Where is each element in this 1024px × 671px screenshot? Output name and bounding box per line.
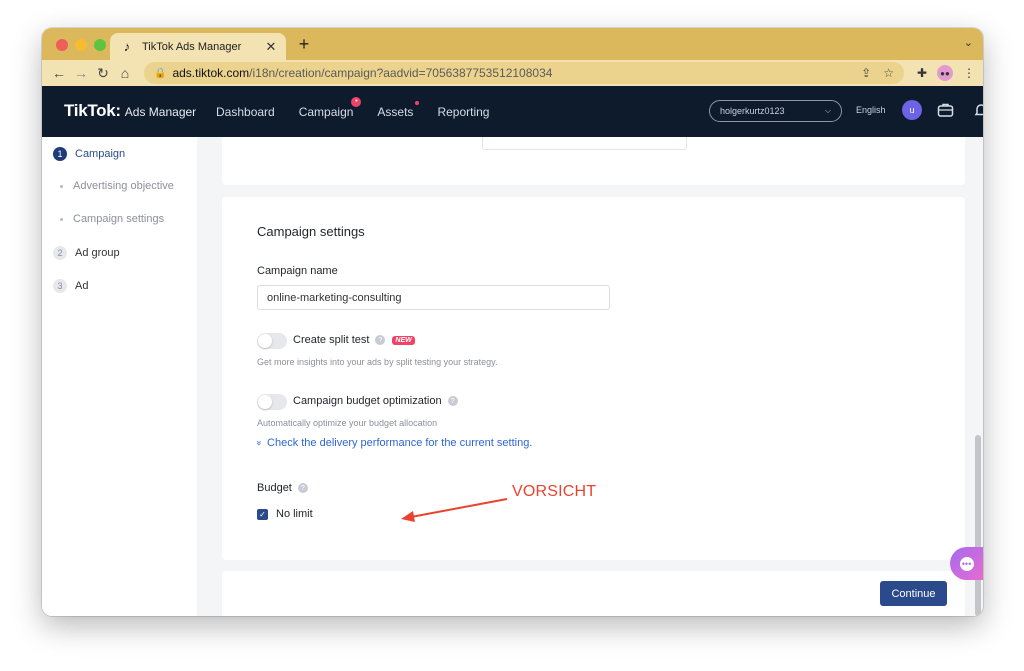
no-limit-checkbox-row[interactable]: ✓ No limit <box>257 508 313 520</box>
step-number: 1 <box>53 147 67 161</box>
nav-campaign[interactable]: Campaign • <box>299 96 362 119</box>
tiktok-icon: ♪ <box>123 39 131 54</box>
profile-avatar-icon[interactable]: ●● <box>937 65 953 81</box>
new-dot-icon <box>415 100 420 105</box>
forward-icon[interactable]: → <box>70 62 92 84</box>
bell-icon[interactable] <box>970 99 983 121</box>
substep-campaign-settings[interactable]: Campaign settings <box>60 213 164 225</box>
bullet-icon <box>60 184 63 188</box>
vorsicht-annotation: VORSICHT <box>512 483 597 500</box>
tab-title: TikTok Ads Manager <box>142 40 242 53</box>
step-label: Ad <box>75 280 89 292</box>
tiktok-ads-logo[interactable]: TikTok: Ads Manager <box>64 101 196 121</box>
main-content[interactable]: Campaign settings Campaign name online-m… <box>197 137 983 616</box>
maximize-window-button[interactable] <box>94 39 106 51</box>
cbo-hint: Automatically optimize your budget alloc… <box>257 418 438 428</box>
objective-input-edge <box>482 137 687 150</box>
step-ad[interactable]: 3 Ad <box>53 279 88 293</box>
bookmark-star-icon[interactable]: ☆ <box>883 66 894 80</box>
creation-steps-sidebar: 1 Campaign Advertising objective Campaig… <box>42 137 197 616</box>
browser-toolbar: ← → ↻ ⌂ 🔒 ads.tiktok.com/i18n/creation/c… <box>42 60 983 86</box>
close-window-button[interactable] <box>56 39 68 51</box>
checked-checkbox-icon[interactable]: ✓ <box>257 508 268 520</box>
toggle-knob <box>258 334 272 348</box>
minimize-window-button[interactable] <box>75 39 87 51</box>
language-selector[interactable]: English <box>856 105 886 115</box>
kebab-menu-icon[interactable]: ⋮ <box>963 66 975 80</box>
home-icon[interactable]: ⌂ <box>114 62 136 84</box>
notification-badge-icon: • <box>351 96 362 107</box>
step-campaign[interactable]: 1 Campaign <box>53 147 125 161</box>
support-chat-button[interactable]: ••• <box>950 547 983 580</box>
page-scrollbar[interactable] <box>975 435 981 616</box>
double-chevron-down-icon: » <box>254 440 265 446</box>
user-avatar[interactable]: u <box>902 100 922 120</box>
back-icon[interactable]: ← <box>48 62 70 84</box>
help-icon[interactable]: ? <box>297 483 308 493</box>
substep-advertising-objective[interactable]: Advertising objective <box>60 180 174 192</box>
main-nav: Dashboard Campaign • Assets Reporting <box>216 86 489 137</box>
campaign-settings-card: Campaign settings Campaign name online-m… <box>222 197 965 560</box>
step-number: 3 <box>53 279 67 293</box>
nav-dashboard[interactable]: Dashboard <box>216 105 275 119</box>
reload-icon[interactable]: ↻ <box>92 62 114 84</box>
chevron-down-icon: ⌵ <box>824 106 831 115</box>
help-icon[interactable]: ? <box>447 396 458 406</box>
campaign-name-label: Campaign name <box>257 265 338 277</box>
delivery-performance-link[interactable]: » Check the delivery performance for the… <box>254 437 533 449</box>
split-test-label: Create split test ? NEW <box>293 334 415 346</box>
step-label: Ad group <box>75 247 120 259</box>
extensions-puzzle-icon[interactable]: ✚ <box>917 66 927 80</box>
tab-search-icon[interactable]: ⌄ <box>964 36 973 49</box>
step-label: Campaign <box>75 148 126 160</box>
split-test-toggle[interactable] <box>257 333 287 349</box>
toggle-knob <box>258 395 272 409</box>
url-text: ads.tiktok.com/i18n/creation/campaign?aa… <box>172 66 553 80</box>
close-tab-icon[interactable]: ✕ <box>264 39 278 55</box>
section-title: Campaign settings <box>257 224 365 239</box>
lock-icon: 🔒 <box>154 67 167 79</box>
browser-tab[interactable]: ♪ TikTok Ads Manager ✕ <box>110 33 286 60</box>
no-limit-label: No limit <box>276 508 313 520</box>
chat-icon: ••• <box>959 556 974 571</box>
annotation-arrow-icon <box>401 498 508 522</box>
cbo-label: Campaign budget optimization ? <box>293 395 458 407</box>
objective-card <box>222 137 965 185</box>
step-ad-group[interactable]: 2 Ad group <box>53 246 120 260</box>
toolbar-actions: ✚ ●● ⋮ <box>917 62 975 84</box>
account-selector[interactable]: holgerkurtz0123 ⌵ <box>709 100 842 122</box>
browser-window: ♪ TikTok Ads Manager ✕ + ⌄ ← → ↻ ⌂ 🔒 ads… <box>42 28 983 616</box>
continue-button[interactable]: Continue <box>880 581 947 606</box>
split-test-hint: Get more insights into your ads by split… <box>257 357 498 367</box>
app-header: TikTok: Ads Manager Dashboard Campaign •… <box>42 86 983 137</box>
browser-tab-bar: ♪ TikTok Ads Manager ✕ + ⌄ <box>42 28 983 60</box>
cbo-toggle[interactable] <box>257 394 287 410</box>
address-bar[interactable]: 🔒 ads.tiktok.com/i18n/creation/campaign?… <box>144 62 904 84</box>
nav-assets[interactable]: Assets <box>377 100 420 119</box>
help-icon[interactable]: ? <box>375 335 386 345</box>
briefcase-icon[interactable] <box>934 99 956 121</box>
share-icon[interactable]: ⇪ <box>861 66 871 80</box>
footer-card: Continue <box>222 571 965 616</box>
new-tab-button[interactable]: + <box>294 34 314 55</box>
nav-reporting[interactable]: Reporting <box>437 105 489 119</box>
new-badge: NEW <box>392 335 415 345</box>
bullet-icon <box>60 217 63 221</box>
budget-label: Budget ? <box>257 482 308 494</box>
campaign-name-input[interactable]: online-marketing-consulting <box>257 285 610 310</box>
step-number: 2 <box>53 246 67 260</box>
